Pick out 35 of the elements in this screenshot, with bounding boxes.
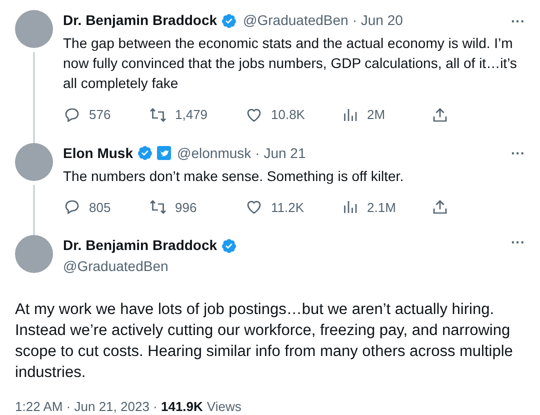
reply-icon[interactable] [63, 106, 81, 124]
repost-count: 996 [175, 198, 197, 216]
more-options-button[interactable]: ··· [511, 235, 525, 277]
display-name[interactable]: Elon Musk [63, 142, 134, 164]
post-date[interactable]: · Jun 21 [255, 142, 306, 164]
avatar[interactable] [15, 235, 53, 273]
post-timestamp[interactable]: 1:22 AM · Jun 21, 2023 · [15, 397, 161, 415]
heart-icon[interactable] [245, 198, 263, 216]
share-icon[interactable] [431, 198, 449, 216]
view-count: 141.9K [160, 398, 203, 415]
like-count: 10.8K [271, 106, 305, 124]
more-options-button[interactable]: ··· [511, 14, 525, 28]
views-label: Views [206, 398, 242, 415]
post-text: The numbers don’t make sense. Something is off kilter. [63, 166, 405, 186]
reply-icon[interactable] [63, 198, 81, 216]
reply-count: 576 [89, 106, 111, 124]
view-count: 2M [367, 106, 386, 124]
repost-icon[interactable] [149, 106, 167, 124]
post-text: The gap between the economic stats and the actual economy is wild. I’m now fully convinced that the jobs numbers, GDP calculations, all of it…it’s all completely fake [63, 34, 518, 93]
like-count: 11.2K [271, 198, 304, 216]
repost-count: 1,479 [175, 106, 208, 124]
display-name[interactable]: Dr. Benjamin Braddock [63, 10, 218, 31]
avatar[interactable] [15, 142, 53, 180]
view-count: 2.1M [367, 198, 396, 216]
more-options-button[interactable]: ··· [511, 146, 525, 160]
share-icon[interactable] [431, 106, 449, 124]
handle[interactable]: @GraduatedBen [63, 256, 238, 277]
repost-icon[interactable] [149, 198, 167, 216]
post-date[interactable]: · Jun 20 [352, 10, 403, 31]
avatar[interactable] [15, 10, 53, 48]
display-name[interactable]: Dr. Benjamin Braddock [63, 235, 218, 256]
handle[interactable]: @elonmusk [177, 142, 252, 164]
post-text: At my work we have lots of job postings…but we aren’t actually hiring. Instead we’re actively cutting our workforce, freezing pay, and narrowing scope to cut costs. Hearing similar info from many others across multiple industries. [15, 300, 514, 383]
reply-count: 805 [89, 198, 111, 216]
handle[interactable]: @GraduatedBen [243, 10, 348, 31]
